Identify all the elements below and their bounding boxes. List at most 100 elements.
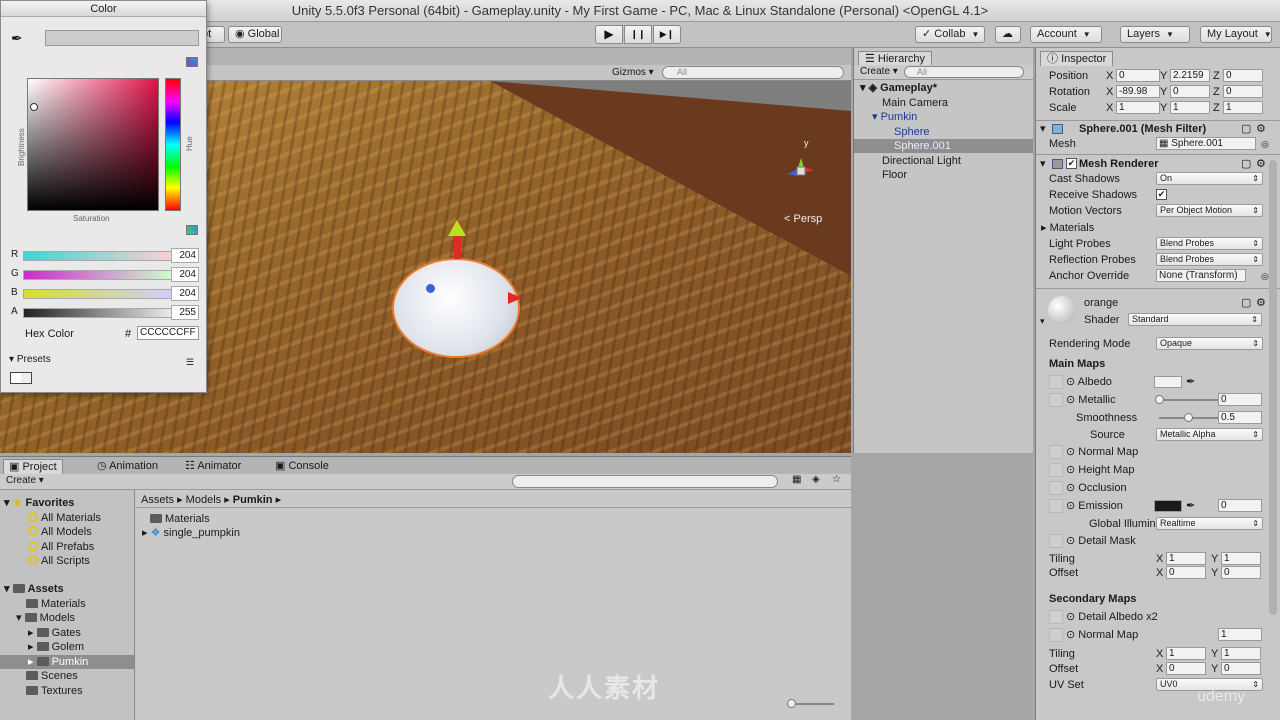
breadcrumb-pumkin[interactable]: Pumkin <box>233 494 273 506</box>
picker-dot-icon[interactable]: ⊙ <box>1066 446 1078 458</box>
smoothness-value-field[interactable]: 0.5 <box>1218 411 1262 424</box>
anchor-override-field[interactable]: None (Transform) <box>1156 269 1246 282</box>
hierarchy-search-input[interactable]: All <box>904 66 1024 78</box>
help-icon[interactable]: ▢ <box>1241 156 1251 172</box>
metallic-value-field[interactable]: 0 <box>1218 393 1262 406</box>
scene-search-input[interactable]: All <box>662 66 844 79</box>
hierarchy-item-sphere[interactable]: Sphere <box>854 125 1033 139</box>
hierarchy-item-floor[interactable]: Floor <box>854 168 1033 182</box>
green-value-field[interactable]: 204 <box>171 267 199 282</box>
account-dropdown[interactable]: Account ▼ <box>1030 26 1102 43</box>
scene-root[interactable]: ▾ ◈ Gameplay* <box>854 81 1033 95</box>
offset-y-field[interactable]: 0 <box>1221 566 1261 579</box>
gizmos-dropdown[interactable]: Gizmos ▾ <box>612 66 654 80</box>
gear-icon[interactable]: ⚙ <box>1256 121 1266 137</box>
green-slider[interactable] <box>23 270 175 280</box>
preset-swatch-icon[interactable] <box>10 372 32 384</box>
tab-inspector[interactable]: ⓘ Inspector <box>1040 51 1114 66</box>
alpha-slider[interactable] <box>23 308 175 318</box>
label-icon[interactable]: ◈ <box>812 474 820 485</box>
eyedropper-icon[interactable]: ✒ <box>1186 375 1195 389</box>
shader-dropdown[interactable]: Standard <box>1128 313 1262 326</box>
picker-dot-icon[interactable]: ⊙ <box>1066 482 1078 494</box>
scale-x-field[interactable]: 1 <box>1116 101 1160 114</box>
position-z-field[interactable]: 0 <box>1223 69 1263 82</box>
detail-normal-texture-slot[interactable] <box>1049 628 1063 642</box>
help-icon[interactable]: ▢ <box>1241 121 1251 137</box>
gear-icon[interactable]: ⚙ <box>1256 296 1266 309</box>
rotation-z-field[interactable]: 0 <box>1223 85 1263 98</box>
hierarchy-create-dropdown[interactable]: Create ▾ <box>860 66 898 77</box>
assets-materials-folder[interactable]: Materials <box>26 597 86 611</box>
layout-dropdown[interactable]: My Layout ▼ <box>1200 26 1272 43</box>
tab-animation[interactable]: ◷ Animation <box>92 459 163 474</box>
breadcrumb-assets[interactable]: Assets <box>141 494 174 506</box>
rendering-mode-dropdown[interactable]: Opaque <box>1156 337 1263 350</box>
favorite-star-icon[interactable]: ☆ <box>832 474 841 485</box>
picker-dot-icon[interactable]: ⊙ <box>1066 500 1078 512</box>
offset2-y-field[interactable]: 0 <box>1221 662 1261 675</box>
emission-value-field[interactable]: 0 <box>1218 499 1262 512</box>
tiling2-x-field[interactable]: 1 <box>1166 647 1206 660</box>
orientation-gizmo[interactable] <box>786 156 816 186</box>
models-gates-folder[interactable]: ▸ Gates <box>28 626 81 640</box>
tab-console[interactable]: ▣ Console <box>270 459 334 474</box>
height-map-texture-slot[interactable] <box>1049 463 1063 477</box>
slider-mode-icon[interactable] <box>186 225 198 235</box>
project-search-input[interactable] <box>512 475 778 488</box>
position-y-field[interactable]: 2.2159 <box>1170 69 1210 82</box>
scale-z-field[interactable]: 1 <box>1223 101 1263 114</box>
hierarchy-item-main-camera[interactable]: Main Camera <box>854 96 1033 110</box>
play-button[interactable]: ▶ <box>595 25 623 44</box>
detail-normal-scale-field[interactable]: 1 <box>1218 628 1262 641</box>
light-probes-dropdown[interactable]: Blend Probes <box>1156 237 1263 250</box>
mesh-renderer-enabled-checkbox[interactable]: ✔ <box>1066 158 1077 169</box>
favorite-all-prefabs[interactable]: All Prefabs <box>28 540 94 554</box>
picker-dot-icon[interactable]: ⊙ <box>1066 394 1078 406</box>
picker-dot-icon[interactable]: ⊙ <box>1066 535 1078 547</box>
gear-icon[interactable]: ⚙ <box>1256 156 1266 172</box>
inspector-scrollbar[interactable] <box>1269 160 1277 615</box>
assets-scenes-folder[interactable]: Scenes <box>26 669 78 683</box>
layers-dropdown[interactable]: Layers ▼ <box>1120 26 1190 43</box>
tiling-x-field[interactable]: 1 <box>1166 552 1206 565</box>
favorite-all-models[interactable]: All Models <box>28 525 92 539</box>
object-picker-icon[interactable]: ◎ <box>1261 269 1269 283</box>
saturation-brightness-box[interactable] <box>27 78 159 211</box>
models-pumkin-folder[interactable]: ▸ Pumkin <box>0 655 134 669</box>
presets-header[interactable]: ▾ Presets <box>9 354 51 365</box>
tab-project[interactable]: ▣ Project <box>3 459 63 474</box>
color-mode-icon[interactable] <box>186 57 198 67</box>
move-gizmo-z-handle[interactable] <box>426 284 435 293</box>
motion-vectors-dropdown[interactable]: Per Object Motion <box>1156 204 1263 217</box>
pause-button[interactable]: ❙❙ <box>624 25 652 44</box>
picker-dot-icon[interactable]: ⊙ <box>1066 629 1078 641</box>
normal-map-texture-slot[interactable] <box>1049 445 1063 459</box>
icon-size-slider-handle[interactable] <box>787 699 796 708</box>
mesh-field[interactable]: ▦ Sphere.001 <box>1156 137 1256 150</box>
eyedropper-icon[interactable]: ✒ <box>11 30 23 47</box>
move-gizmo-y-arrow[interactable] <box>448 220 466 236</box>
step-button[interactable]: ▶❙ <box>653 25 681 44</box>
albedo-texture-slot[interactable] <box>1049 375 1063 389</box>
metallic-slider[interactable] <box>1159 399 1219 401</box>
help-icon[interactable]: ▢ <box>1241 296 1251 309</box>
picker-dot-icon[interactable]: ⊙ <box>1066 464 1078 476</box>
favorite-all-scripts[interactable]: All Scripts <box>28 554 90 568</box>
detail-albedo-texture-slot[interactable] <box>1049 610 1063 624</box>
blue-slider[interactable] <box>23 289 175 299</box>
move-gizmo-x-arrow[interactable] <box>508 292 522 304</box>
file-materials-folder[interactable]: Materials <box>150 512 210 526</box>
mesh-renderer-header[interactable]: ▾ ✔ Mesh Renderer ▢ ⚙ <box>1036 156 1280 172</box>
emission-color-swatch[interactable] <box>1154 500 1182 512</box>
emission-texture-slot[interactable] <box>1049 499 1063 513</box>
position-x-field[interactable]: 0 <box>1116 69 1160 82</box>
cast-shadows-dropdown[interactable]: On <box>1156 172 1263 185</box>
favorites-header[interactable]: ▾ ★ Favorites <box>4 496 74 510</box>
picker-dot-icon[interactable]: ⊙ <box>1066 376 1078 388</box>
metallic-texture-slot[interactable] <box>1049 393 1063 407</box>
rotation-y-field[interactable]: 0 <box>1170 85 1210 98</box>
eyedropper-icon[interactable]: ✒ <box>1186 499 1195 513</box>
occlusion-texture-slot[interactable] <box>1049 481 1063 495</box>
breadcrumb-models[interactable]: Models <box>186 494 221 506</box>
